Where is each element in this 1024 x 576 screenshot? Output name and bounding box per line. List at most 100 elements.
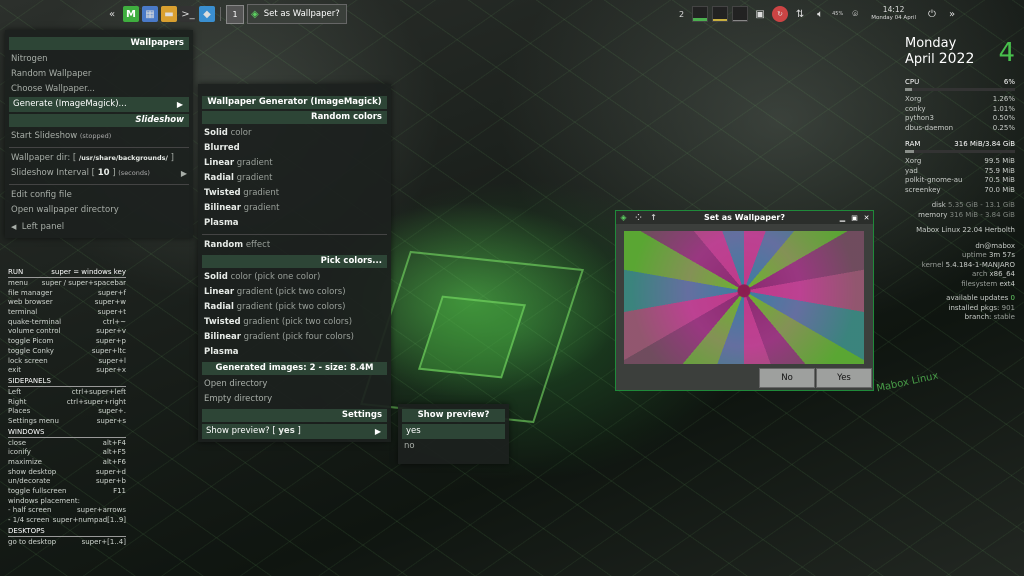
disk-value: 5.35 GiB - 13.1 GiB — [948, 201, 1015, 209]
screenshot-icon[interactable]: ⌾ — [847, 6, 863, 22]
list-item: Places super+. — [8, 407, 126, 417]
disk-line: disk 5.35 GiB - 13.1 GiB — [905, 201, 1015, 211]
expand-right-icon[interactable]: » — [944, 6, 960, 22]
label-rest: gradient (pick two colors) — [240, 317, 353, 327]
collapse-left-icon[interactable]: « — [104, 6, 120, 22]
tray-box-icon[interactable]: ▣ — [752, 6, 768, 22]
menu-item-open-wallpaper-dir[interactable]: Open wallpaper directory — [5, 203, 193, 218]
menu-item-slideshow-interval[interactable]: Slideshow Interval [ 10 ] (seconds) ▶ — [5, 166, 193, 181]
no-button[interactable]: No — [759, 368, 815, 388]
menu-item-show-preview[interactable]: Show preview? [ yes ] ▶ — [202, 424, 387, 439]
slideshow-header-label: Slideshow — [135, 115, 184, 125]
ram-value: 316 MiB/3.84 GiB — [954, 140, 1015, 148]
preview-option-no[interactable]: no — [398, 439, 509, 454]
label-bold: Radial — [204, 173, 234, 183]
cpu-graph-icon — [692, 6, 709, 22]
menu-item-random-wallpaper[interactable]: Random Wallpaper — [5, 67, 193, 82]
network-icon[interactable]: ⇅ — [792, 6, 808, 22]
yes-button[interactable]: Yes — [816, 368, 872, 388]
task-title: Set as Wallpaper? — [263, 9, 340, 19]
mabox-menu-icon[interactable]: M — [123, 6, 139, 22]
workspace-button[interactable]: 1 — [226, 4, 244, 24]
random-effect[interactable]: Random effect — [198, 238, 391, 253]
interval-unit: (seconds) — [118, 169, 150, 177]
settings-header: Settings — [202, 409, 387, 422]
menu-item-choose-wallpaper[interactable]: Choose Wallpaper... — [5, 82, 193, 97]
ram-process-list: Xorg 99.5 MiB yad 75.9 MiB polkit-gnome-au 70… — [905, 157, 1015, 195]
dialog-title: Set as Wallpaper? — [703, 213, 786, 222]
clock[interactable]: 14:12 Monday 04 April — [871, 5, 916, 23]
item-value: super+l — [98, 356, 126, 365]
generator-menu: Wallpaper Generator (ImageMagick) Random… — [198, 84, 391, 442]
list-item: conky 1.01% — [905, 105, 1015, 115]
pick-bilinear[interactable]: Bilinear gradient (pick four colors) — [198, 330, 391, 345]
interval-label: Slideshow Interval [ — [11, 168, 95, 178]
volume-icon[interactable]: 🔈︎ — [812, 6, 828, 22]
power-icon[interactable]: ⏻ — [924, 6, 940, 22]
menu-item-start-slideshow[interactable]: Start Slideshow (stopped) — [5, 129, 193, 144]
keybinds-sidepanels-list: Left ctrl+super+left Right ctrl+super+right… — [8, 388, 126, 427]
task-set-as-wallpaper[interactable]: ◈ Set as Wallpaper? — [247, 4, 347, 24]
menu-item-nitrogen[interactable]: Nitrogen — [5, 52, 193, 67]
dialog-titlebar[interactable]: ◈ ⁘ ↑ Set as Wallpaper? ▁ ▣ ✕ — [616, 211, 873, 224]
updates-icon[interactable]: ↻ — [772, 6, 789, 22]
random-radial[interactable]: Radial gradient — [198, 171, 391, 186]
pick-twisted[interactable]: Twisted gradient (pick two colors) — [198, 315, 391, 330]
item-value: super / super+spacebar — [41, 279, 126, 287]
pkgs-line: installed pkgs: 901 — [905, 304, 1015, 314]
item-label: python3 — [905, 114, 934, 122]
list-item: toggle Picom super+p — [8, 337, 126, 347]
menu-item-left-panel[interactable]: ◀ Left panel — [5, 220, 193, 235]
random-solid[interactable]: Solid color — [198, 126, 391, 141]
close-icon[interactable]: ✕ — [862, 213, 871, 222]
menu-item-edit-config[interactable]: Edit config file — [5, 188, 193, 203]
random-bilinear[interactable]: Bilinear gradient — [198, 201, 391, 216]
tray-number: 2 — [679, 9, 685, 19]
browser-icon[interactable]: ◆ — [199, 6, 215, 22]
clock-time: 14:12 — [882, 5, 905, 14]
item-label: windows placement: — [8, 496, 80, 505]
menu-item-empty-directory[interactable]: Empty directory — [198, 392, 391, 407]
pick-solid[interactable]: Solid color (pick one color) — [198, 270, 391, 285]
label-bold: Twisted — [204, 317, 241, 327]
label-rest: effect — [243, 240, 271, 250]
item-label: quake-terminal — [8, 317, 62, 326]
menu-item-open-directory[interactable]: Open directory — [198, 377, 391, 392]
keybinds-desktops-header: DESKTOPS — [8, 526, 126, 537]
uptime-label: uptime — [962, 251, 987, 259]
wallpaper-dir-label: Wallpaper dir: [ — [11, 153, 77, 163]
topbar-right: 2 ▣ ↻ ⇅ 🔈︎ 45% ⌾ 14:12 Monday 04 April ⏻… — [679, 4, 960, 24]
label-rest: color (pick one color) — [227, 272, 321, 282]
start-slideshow-label: Start Slideshow — [11, 131, 78, 141]
pick-plasma[interactable]: Plasma — [198, 345, 391, 360]
list-item: toggle Conky super+ltc — [8, 347, 126, 357]
random-plasma[interactable]: Plasma — [198, 216, 391, 231]
cpu-header: CPU 6% — [905, 77, 1015, 87]
left-panel-label: Left panel — [21, 222, 65, 232]
desktop-icon[interactable]: ▦ — [142, 6, 158, 22]
uptime-value: 3m 57s — [988, 251, 1015, 259]
files-icon[interactable]: ▬ — [161, 6, 177, 22]
preview-option-yes[interactable]: yes — [402, 424, 505, 439]
item-label: volume control — [8, 327, 61, 336]
terminal-icon[interactable]: >_ — [180, 6, 196, 22]
random-blurred[interactable]: Blurred — [198, 141, 391, 156]
menu-item-generate[interactable]: Generate (ImageMagick)... ▶ — [9, 97, 189, 112]
item-label: Settings menu — [8, 416, 59, 425]
menu-item-wallpaper-dir[interactable]: Wallpaper dir: [ /usr/share/backgrounds/… — [5, 151, 193, 166]
list-item: polkit-gnome-au 70.5 MiB — [905, 176, 1015, 186]
pick-radial[interactable]: Radial gradient (pick two colors) — [198, 300, 391, 315]
item-value: 1.26% — [992, 95, 1015, 103]
list-item: Xorg 99.5 MiB — [905, 157, 1015, 167]
list-item: Settings menu super+s — [8, 417, 126, 427]
random-twisted[interactable]: Twisted gradient — [198, 186, 391, 201]
pick-linear[interactable]: Linear gradient (pick two colors) — [198, 285, 391, 300]
item-value: super+d — [95, 467, 126, 476]
list-item: maximize alt+F6 — [8, 458, 126, 468]
item-value: super+v — [96, 327, 126, 336]
random-linear[interactable]: Linear gradient — [198, 156, 391, 171]
maximize-icon[interactable]: ▣ — [850, 213, 859, 222]
list-item: screenkey 70.0 MiB — [905, 186, 1015, 196]
label-bold: Plasma — [204, 218, 239, 228]
minimize-icon[interactable]: ▁ — [838, 213, 847, 222]
